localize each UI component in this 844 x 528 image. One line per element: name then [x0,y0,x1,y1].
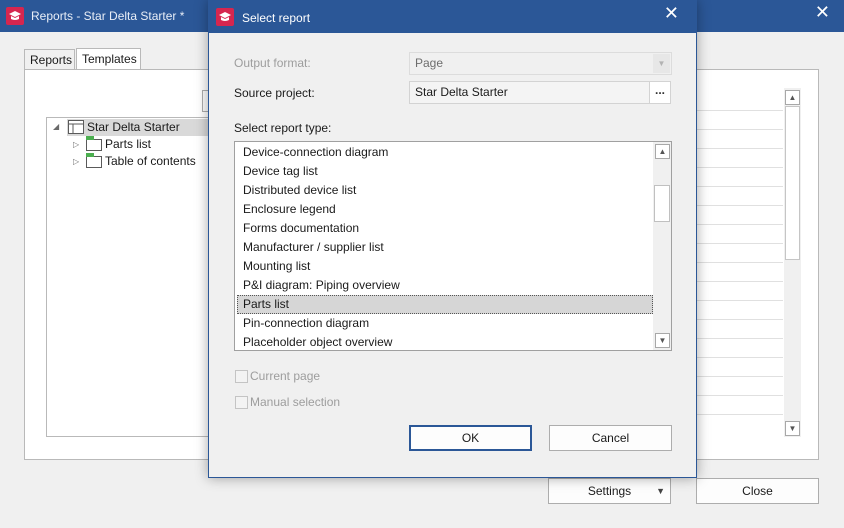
select-report-dialog: Select report ✕ Output format: Page ▼ So… [208,0,697,478]
templates-tree: ◢ Star Delta Starter ▷ Parts list ▷ Tabl… [46,117,211,437]
triangle-down-icon[interactable]: ▼ [656,479,665,503]
report-type-list[interactable]: Device-connection diagram Device tag lis… [234,141,672,351]
chevron-down-icon[interactable]: ▼ [653,54,670,73]
expanded-triangle-icon[interactable]: ◢ [53,122,59,131]
grid-row-line [697,395,783,396]
tree-item-label: Parts list [105,137,152,151]
settings-button[interactable]: Settings ▼ [548,478,671,504]
current-page-checkbox[interactable] [235,370,248,383]
report-type-scrollbar[interactable]: ▲ ▼ [653,142,671,350]
current-page-label: Current page [250,369,321,383]
grid-row-line [697,262,783,263]
output-format-select[interactable]: Page ▼ [409,52,672,75]
manual-selection-label: Manual selection [250,395,341,409]
list-item[interactable]: Manufacturer / supplier list [237,238,653,257]
list-item[interactable]: P&I diagram: Piping overview [237,276,653,295]
scrollbar-thumb[interactable] [654,185,670,222]
list-item-selected[interactable]: Parts list [237,295,653,314]
grid-row-line [697,357,783,358]
grid-row-line [697,129,783,130]
triangle-up-icon[interactable]: ▲ [785,90,800,105]
grid-row-line [697,319,783,320]
list-item[interactable]: Device-connection diagram [237,143,653,162]
grid-row-line [697,338,783,339]
grid-row-line [697,186,783,187]
tree-item-parts-list[interactable]: Parts list [73,136,151,153]
source-project-value: Star Delta Starter [415,85,508,99]
folder-icon [86,136,102,151]
tree-item-table-of-contents[interactable]: Table of contents [73,153,196,170]
browse-project-button[interactable]: ... [649,81,671,104]
list-item[interactable]: Forms documentation [237,219,653,238]
output-format-value: Page [415,56,444,70]
scrollbar-thumb[interactable] [785,106,800,260]
list-item[interactable]: Device tag list [237,162,653,181]
manual-selection-checkbox[interactable] [235,396,248,409]
dialog-title: Select report [242,11,311,25]
close-button[interactable]: Close [696,478,819,504]
tab-reports[interactable]: Reports [24,49,75,70]
settings-button-label: Settings [587,484,632,498]
grid-row-line [697,281,783,282]
close-icon[interactable]: ✕ [815,2,830,23]
triangle-up-icon[interactable]: ▲ [655,144,670,159]
list-item[interactable]: Placeholder object overview [237,333,653,350]
properties-scrollbar[interactable]: ▲ ▼ [784,88,801,437]
grid-row-line [697,376,783,377]
grid-row-line [697,167,783,168]
tree-item-label: Table of contents [105,154,196,168]
list-item[interactable]: Distributed device list [237,181,653,200]
list-item[interactable]: Mounting list [237,257,653,276]
mortarboard-icon [216,8,234,26]
tree-item-label: Star Delta Starter [87,120,180,134]
grid-row-line [697,110,783,111]
list-item[interactable]: Enclosure legend [237,200,653,219]
grid-row-line [697,224,783,225]
triangle-down-icon[interactable]: ▼ [655,333,670,348]
grid-row-line [697,205,783,206]
output-format-label: Output format: [234,56,311,70]
mortarboard-icon [6,7,24,25]
report-type-label: Select report type: [234,121,332,135]
ok-button[interactable]: OK [409,425,532,451]
list-item[interactable]: Pin-connection diagram [237,314,653,333]
source-project-label: Source project: [234,86,315,100]
grid-row-line [697,148,783,149]
folder-icon [86,153,102,168]
source-project-field[interactable]: Star Delta Starter [409,81,650,104]
tab-templates[interactable]: Templates [76,48,141,70]
grid-row-line [697,414,783,415]
grid-row-line [697,243,783,244]
close-icon[interactable]: ✕ [664,3,679,24]
triangle-down-icon[interactable]: ▼ [785,421,800,436]
dialog-titlebar: Select report ✕ [209,1,696,33]
cancel-button[interactable]: Cancel [549,425,672,451]
tree-item-star-delta-starter[interactable]: Star Delta Starter [67,119,211,136]
grid-row-line [697,300,783,301]
reports-window-title: Reports - Star Delta Starter * [31,9,185,23]
table-icon [68,120,84,134]
